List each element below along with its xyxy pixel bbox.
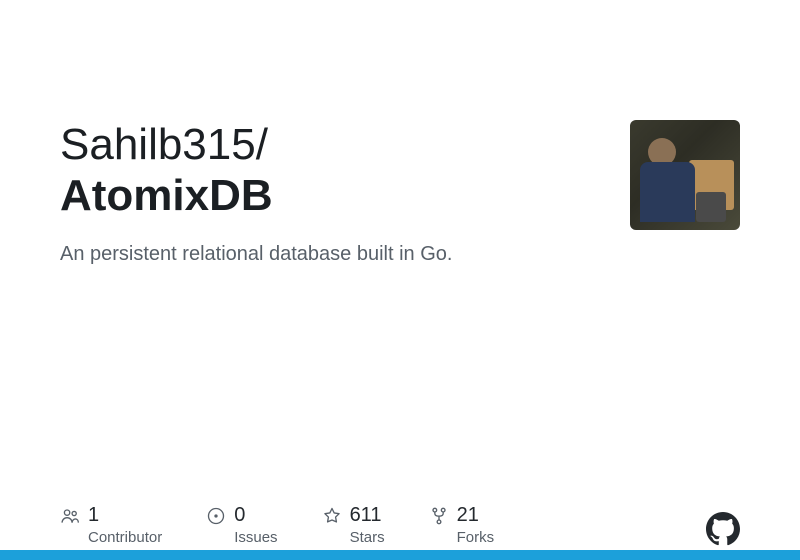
stat-label: Stars — [350, 529, 385, 546]
repo-title: Sahilb315/ AtomixDB — [60, 120, 610, 221]
issue-icon — [206, 506, 226, 526]
star-icon — [322, 506, 342, 526]
stat-value: 1 — [88, 504, 99, 527]
stat-label: Issues — [234, 529, 277, 546]
stat-label: Contributor — [88, 529, 162, 546]
repo-owner[interactable]: Sahilb315/ — [60, 120, 268, 169]
avatar[interactable] — [630, 120, 740, 230]
stat-issues[interactable]: 0 Issues — [206, 504, 277, 546]
stat-stars[interactable]: 611 Stars — [322, 504, 385, 546]
accent-bar — [0, 550, 800, 560]
stat-contributors[interactable]: 1 Contributor — [60, 504, 162, 546]
repo-name[interactable]: AtomixDB — [60, 171, 610, 222]
fork-icon — [429, 506, 449, 526]
stat-value: 21 — [457, 504, 479, 527]
github-logo-icon[interactable] — [706, 512, 740, 546]
stat-label: Forks — [457, 529, 495, 546]
stat-forks[interactable]: 21 Forks — [429, 504, 495, 546]
repo-description: An persistent relational database built … — [60, 243, 610, 266]
stat-value: 0 — [234, 504, 245, 527]
stat-value: 611 — [350, 504, 382, 527]
people-icon — [60, 506, 80, 526]
stats-row: 1 Contributor 0 Issues 611 Stars — [60, 504, 494, 546]
